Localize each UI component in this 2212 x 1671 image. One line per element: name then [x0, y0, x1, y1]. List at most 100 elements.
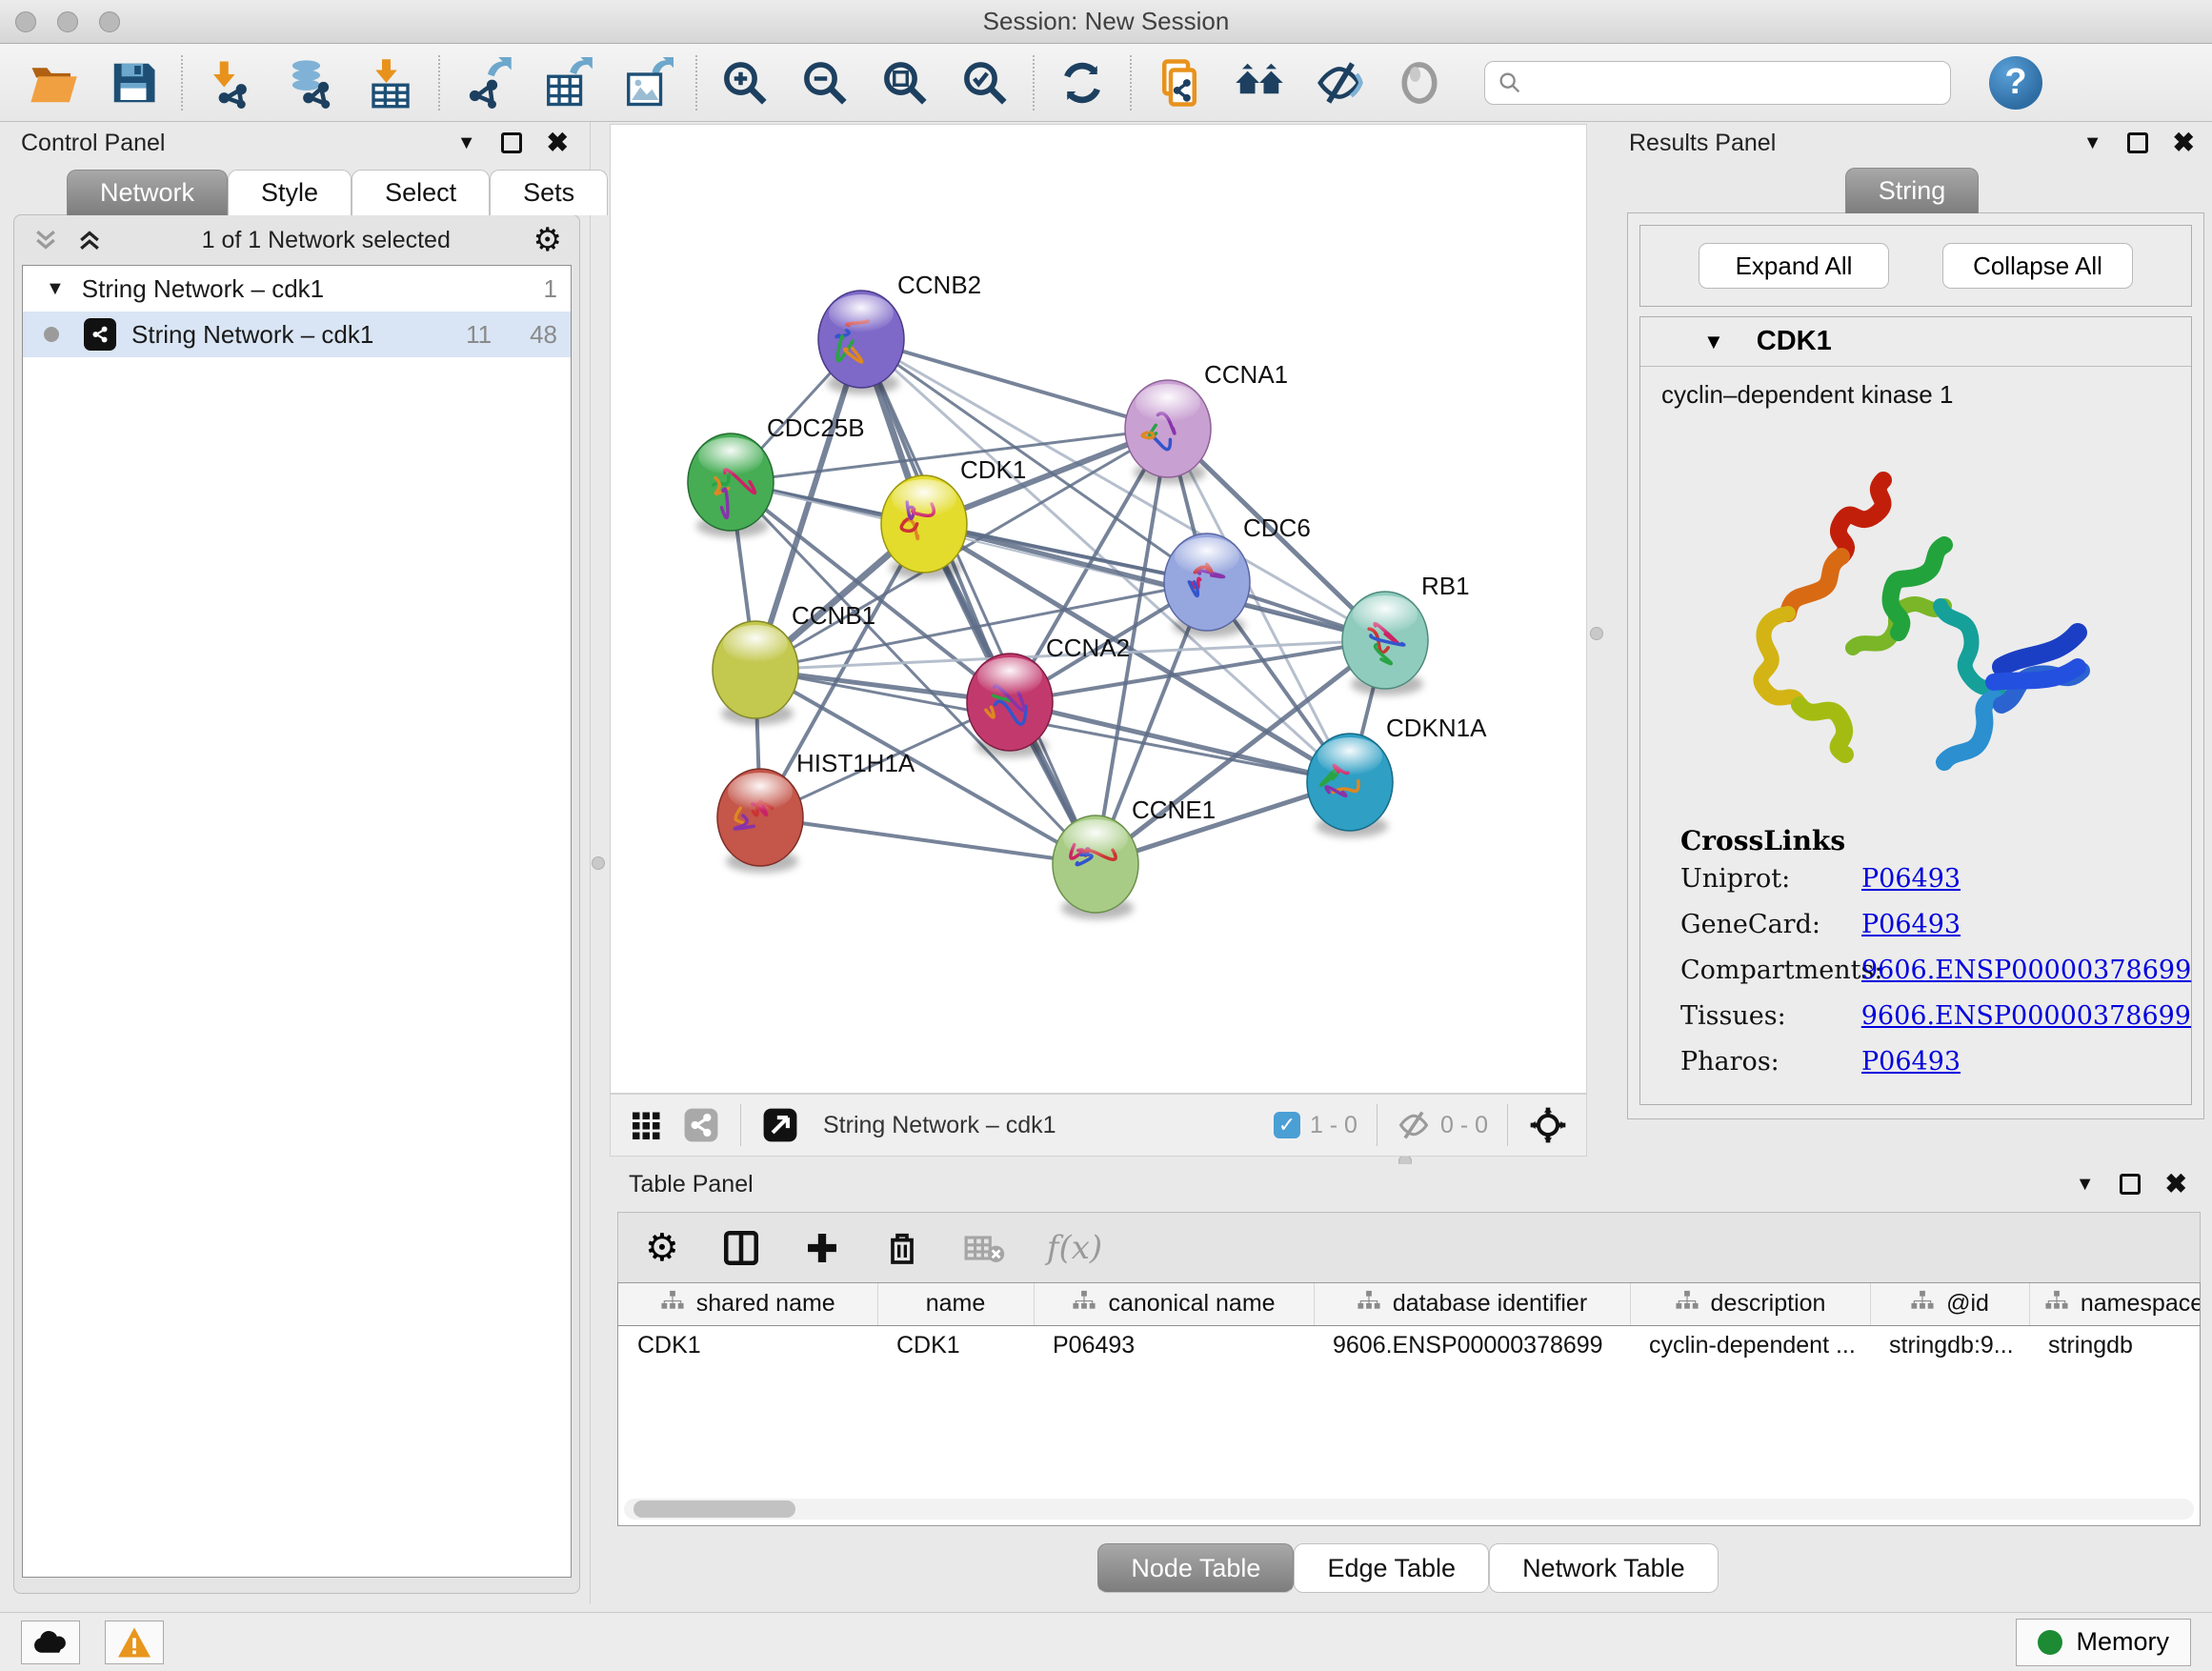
column-header-description[interactable]: description: [1630, 1283, 1870, 1325]
table-cell[interactable]: CDK1: [877, 1325, 1034, 1365]
column-label: description: [1711, 1290, 1826, 1318]
node-RB1[interactable]: RB1: [1342, 572, 1470, 695]
crosslink-link[interactable]: 9606.ENSP00000378699: [1861, 956, 2191, 985]
table-settings-gear-icon[interactable]: ⚙: [645, 1226, 679, 1270]
panel-float-icon[interactable]: [2127, 132, 2148, 153]
crosslink-label: Uniprot:: [1680, 864, 1861, 894]
tab-sets[interactable]: Sets: [490, 170, 608, 215]
tab-style[interactable]: Style: [228, 170, 352, 215]
export-network-icon[interactable]: [448, 52, 528, 113]
selected-checkbox-icon[interactable]: ✓: [1274, 1112, 1300, 1138]
crosslink-link[interactable]: P06493: [1861, 864, 1961, 894]
zoom-out-icon[interactable]: [785, 52, 865, 113]
string-network-graph[interactable]: CCNB2CCNA1CDC25BCDK1CDC6RB1CCNB1CCNA2CDK…: [611, 125, 1586, 1093]
table-cell[interactable]: 9606.ENSP00000378699: [1314, 1325, 1630, 1365]
network-view-icon[interactable]: [683, 1107, 719, 1143]
delete-column-trash-icon[interactable]: [883, 1229, 921, 1267]
table-cell[interactable]: CDK1: [618, 1325, 877, 1365]
expand-all-icon[interactable]: [75, 226, 104, 254]
import-network-file-icon[interactable]: [191, 52, 271, 113]
panel-collapse-icon[interactable]: ▼: [2083, 132, 2102, 154]
panel-close-icon[interactable]: ✖: [2165, 1171, 2187, 1198]
tab-select[interactable]: Select: [352, 170, 490, 215]
column-header-namespace[interactable]: namespace: [2029, 1283, 2201, 1325]
save-session-icon[interactable]: [93, 52, 173, 113]
export-table-icon[interactable]: [528, 52, 608, 113]
show-all-icon[interactable]: [1379, 52, 1459, 113]
node-CDK1[interactable]: CDK1: [881, 455, 1026, 579]
edge-CCNA2-CDKN1A[interactable]: [1010, 702, 1350, 782]
birds-eye-view-icon[interactable]: [762, 1107, 798, 1143]
column-header-database-identifier[interactable]: database identifier: [1314, 1283, 1630, 1325]
apply-layout-icon[interactable]: [1042, 52, 1122, 113]
edge-CCNB2-CCNE1[interactable]: [861, 339, 1096, 864]
table-cell[interactable]: stringdb:9...: [1870, 1325, 2029, 1365]
gene-card-expander-icon[interactable]: ▼: [1703, 330, 1724, 354]
crosslink-link[interactable]: P06493: [1861, 1047, 1961, 1077]
help-icon[interactable]: ?: [1989, 56, 2042, 110]
node-table[interactable]: shared namenamecanonical namedatabase id…: [617, 1282, 2201, 1526]
column-header--id[interactable]: @id: [1870, 1283, 2029, 1325]
memory-status-icon: [2038, 1630, 2062, 1655]
left-splitter-handle[interactable]: [592, 856, 605, 870]
memory-button[interactable]: Memory: [2016, 1619, 2191, 1666]
zoom-selected-icon[interactable]: [945, 52, 1025, 113]
node-CDC6[interactable]: CDC6: [1164, 513, 1311, 637]
column-header-shared-name[interactable]: shared name: [618, 1283, 877, 1325]
panel-close-icon[interactable]: ✖: [547, 130, 569, 156]
panel-collapse-icon[interactable]: ▼: [2076, 1174, 2095, 1196]
export-image-icon[interactable]: [608, 52, 688, 113]
table-cell[interactable]: P06493: [1034, 1325, 1314, 1365]
search-box[interactable]: [1484, 61, 1951, 105]
panel-float-icon[interactable]: [501, 132, 522, 153]
collection-expander-icon[interactable]: ▼: [46, 278, 65, 300]
import-network-database-icon[interactable]: [271, 52, 351, 113]
clone-network-icon[interactable]: [1139, 52, 1219, 113]
edge-HIST1H1A-CCNE1[interactable]: [760, 817, 1096, 864]
search-input[interactable]: [1523, 70, 1939, 96]
tab-string[interactable]: String: [1845, 168, 1980, 213]
table-cell[interactable]: stringdb: [2029, 1325, 2201, 1365]
zoom-fit-icon[interactable]: [865, 52, 945, 113]
hide-selected-icon[interactable]: [1299, 52, 1379, 113]
table-row[interactable]: CDK1CDK1P064939606.ENSP00000378699cyclin…: [618, 1325, 2201, 1365]
network-collection-row[interactable]: ▼ String Network – cdk1 1: [23, 266, 571, 312]
open-file-icon[interactable]: [13, 52, 93, 113]
expand-all-button[interactable]: Expand All: [1699, 243, 1889, 289]
tab-network[interactable]: Network: [67, 170, 228, 215]
fit-selected-crosshair-icon[interactable]: [1529, 1106, 1567, 1144]
crosslink-link[interactable]: 9606.ENSP00000378699: [1861, 1001, 2191, 1031]
panel-collapse-icon[interactable]: ▼: [457, 132, 476, 154]
panel-float-icon[interactable]: [2120, 1174, 2141, 1195]
tab-edge-table[interactable]: Edge Table: [1294, 1543, 1489, 1593]
add-column-icon[interactable]: [803, 1229, 841, 1267]
node-label-CDC6: CDC6: [1243, 513, 1311, 542]
import-table-icon[interactable]: [351, 52, 431, 113]
node-CCNB1[interactable]: CCNB1: [713, 601, 875, 725]
crosslink-link[interactable]: P06493: [1861, 910, 1961, 939]
node-HIST1H1A[interactable]: HIST1H1A: [717, 749, 915, 873]
cloud-status-button[interactable]: [21, 1621, 80, 1664]
collapse-all-icon[interactable]: [31, 226, 60, 254]
right-splitter-handle[interactable]: [1590, 627, 1603, 640]
node-CCNE1[interactable]: CCNE1: [1053, 795, 1216, 919]
node-CDKN1A[interactable]: CDKN1A: [1307, 714, 1487, 837]
zoom-in-icon[interactable]: [705, 52, 785, 113]
table-horizontal-scrollbar[interactable]: [624, 1499, 2194, 1520]
edge-CCNB2-CCNA1[interactable]: [861, 339, 1168, 429]
warnings-button[interactable]: [105, 1621, 164, 1664]
column-header-canonical-name[interactable]: canonical name: [1034, 1283, 1314, 1325]
string-home-icon[interactable]: [1219, 52, 1299, 113]
collapse-all-button[interactable]: Collapse All: [1942, 243, 2133, 289]
column-header-name[interactable]: name: [877, 1283, 1034, 1325]
network-row-selected[interactable]: String Network – cdk1 11 48: [23, 312, 571, 357]
panel-close-icon[interactable]: ✖: [2173, 130, 2195, 156]
gear-icon[interactable]: ⚙: [533, 221, 562, 259]
show-columns-icon[interactable]: [721, 1228, 761, 1268]
tab-node-table[interactable]: Node Table: [1097, 1543, 1294, 1593]
scrollbar-handle[interactable]: [633, 1500, 795, 1518]
network-view-canvas[interactable]: CCNB2CCNA1CDC25BCDK1CDC6RB1CCNB1CCNA2CDK…: [610, 124, 1587, 1094]
grid-view-icon[interactable]: [630, 1108, 664, 1142]
tab-network-table[interactable]: Network Table: [1489, 1543, 1719, 1593]
table-cell[interactable]: cyclin-dependent ...: [1630, 1325, 1870, 1365]
